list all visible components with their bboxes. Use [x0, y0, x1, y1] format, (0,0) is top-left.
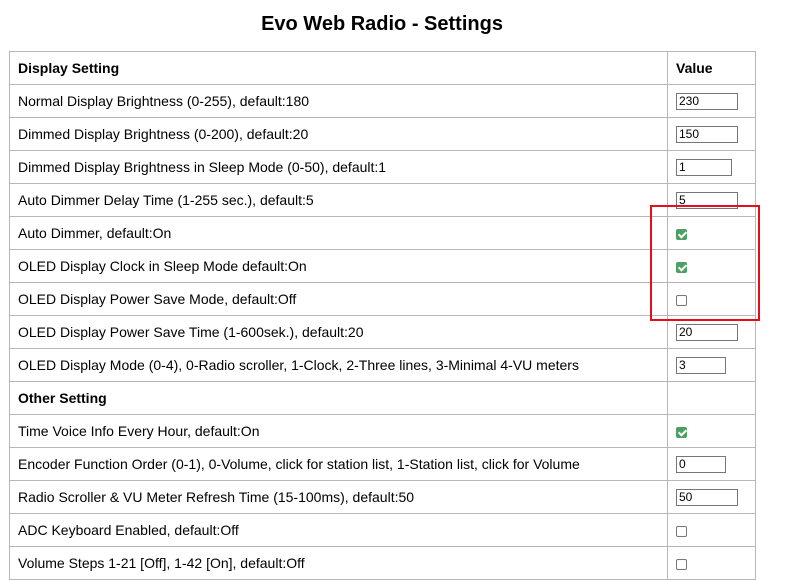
- dimmed-brightness-input[interactable]: [676, 125, 738, 143]
- setting-label: Time Voice Info Every Hour, default:On: [9, 414, 668, 448]
- table-row: Auto Dimmer Delay Time (1-255 sec.), def…: [9, 183, 756, 217]
- table-row: Volume Steps 1-21 [Off], 1-42 [On], defa…: [9, 546, 756, 580]
- table-row: OLED Display Clock in Sleep Mode default…: [9, 249, 756, 283]
- table-row: Normal Display Brightness (0-255), defau…: [9, 84, 756, 118]
- table-row: OLED Display Power Save Time (1-600sek.)…: [9, 315, 756, 349]
- setting-label: Auto Dimmer, default:On: [9, 216, 668, 250]
- page-title: Evo Web Radio - Settings: [261, 13, 503, 35]
- table-header-row: Display Setting Value: [9, 51, 756, 85]
- table-row: Dimmed Display Brightness (0-200), defau…: [9, 117, 756, 151]
- adc-keyboard-checkbox[interactable]: [676, 525, 687, 537]
- header-display-setting: Display Setting: [9, 51, 668, 85]
- setting-label: Encoder Function Order (0-1), 0-Volume, …: [9, 447, 668, 481]
- power-save-time-input[interactable]: [676, 323, 738, 341]
- setting-label: OLED Display Power Save Time (1-600sek.)…: [9, 315, 668, 349]
- section-header-row: Other Setting: [9, 381, 756, 415]
- table-row: Radio Scroller & VU Meter Refresh Time (…: [9, 480, 756, 514]
- sleep-brightness-input[interactable]: [676, 158, 732, 176]
- header-value: Value: [667, 51, 756, 85]
- setting-label: Auto Dimmer Delay Time (1-255 sec.), def…: [9, 183, 668, 217]
- time-voice-checkbox[interactable]: [676, 426, 687, 438]
- table-row: OLED Display Power Save Mode, default:Of…: [9, 282, 756, 316]
- settings-table: Display Setting Value Normal Display Bri…: [9, 51, 756, 580]
- refresh-time-input[interactable]: [676, 488, 738, 506]
- table-row: Auto Dimmer, default:On: [9, 216, 756, 250]
- setting-label: Dimmed Display Brightness (0-200), defau…: [9, 117, 668, 151]
- power-save-mode-checkbox[interactable]: [676, 294, 687, 306]
- setting-label: Dimmed Display Brightness in Sleep Mode …: [9, 150, 668, 184]
- display-mode-input[interactable]: [676, 356, 726, 374]
- table-row: Encoder Function Order (0-1), 0-Volume, …: [9, 447, 756, 481]
- setting-label: Volume Steps 1-21 [Off], 1-42 [On], defa…: [9, 546, 668, 580]
- sleep-clock-checkbox[interactable]: [676, 261, 687, 273]
- normal-brightness-input[interactable]: [676, 92, 738, 110]
- volume-steps-checkbox[interactable]: [676, 558, 687, 570]
- setting-label: OLED Display Mode (0-4), 0-Radio scrolle…: [9, 348, 668, 382]
- section-other-setting: Other Setting: [9, 381, 668, 415]
- auto-dimmer-checkbox[interactable]: [676, 228, 687, 240]
- table-row: OLED Display Mode (0-4), 0-Radio scrolle…: [9, 348, 756, 382]
- setting-label: Radio Scroller & VU Meter Refresh Time (…: [9, 480, 668, 514]
- dimmer-delay-input[interactable]: [676, 191, 738, 209]
- setting-label: ADC Keyboard Enabled, default:Off: [9, 513, 668, 547]
- table-row: ADC Keyboard Enabled, default:Off: [9, 513, 756, 547]
- table-row: Dimmed Display Brightness in Sleep Mode …: [9, 150, 756, 184]
- setting-label: OLED Display Power Save Mode, default:Of…: [9, 282, 668, 316]
- table-row: Time Voice Info Every Hour, default:On: [9, 414, 756, 448]
- encoder-order-input[interactable]: [676, 455, 726, 473]
- setting-label: OLED Display Clock in Sleep Mode default…: [9, 249, 668, 283]
- setting-label: Normal Display Brightness (0-255), defau…: [9, 84, 668, 118]
